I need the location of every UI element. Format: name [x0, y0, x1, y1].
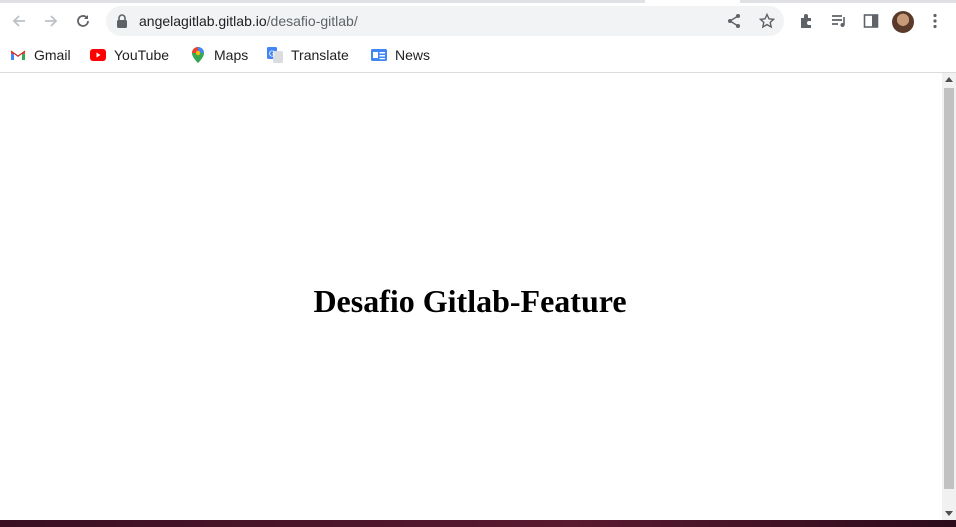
url-path: /desafio-gitlab/	[266, 13, 358, 29]
gmail-icon	[10, 47, 26, 63]
bookmarks-bar: Gmail YouTube Maps G Translate News	[0, 39, 956, 73]
extensions-button[interactable]	[796, 10, 818, 32]
side-panel-button[interactable]	[860, 10, 882, 32]
bookmark-star-button[interactable]	[757, 11, 777, 31]
url-host: angelagitlab.gitlab.io	[139, 13, 267, 29]
profile-avatar[interactable]	[892, 11, 914, 33]
menu-button[interactable]	[924, 10, 946, 32]
reload-icon	[77, 15, 89, 27]
share-icon	[728, 14, 740, 28]
bookmark-youtube[interactable]: YouTube	[90, 45, 169, 65]
bookmark-label: Translate	[291, 47, 349, 63]
puzzle-icon	[801, 14, 811, 28]
address-bar[interactable]: angelagitlab.gitlab.io/desafio-gitlab/	[106, 6, 784, 36]
back-button[interactable]	[7, 9, 31, 33]
bookmark-label: YouTube	[114, 47, 170, 63]
playlist-icon	[832, 15, 845, 27]
translate-icon: G	[267, 47, 283, 63]
arrow-right-icon	[45, 15, 58, 27]
page-title: Desafio Gitlab-Feature	[313, 283, 627, 319]
scrollbar-thumb[interactable]	[944, 88, 954, 489]
kebab-menu-icon	[933, 13, 937, 29]
arrow-left-icon	[12, 15, 25, 27]
scroll-down-arrow-icon[interactable]	[945, 511, 953, 516]
maps-icon	[190, 47, 206, 63]
forward-button[interactable]	[39, 9, 63, 33]
desktop-background	[0, 520, 956, 527]
bookmark-label: Maps	[214, 47, 249, 63]
bookmark-label: News	[395, 47, 431, 63]
media-control-button[interactable]	[828, 10, 850, 32]
bookmark-gmail[interactable]: Gmail	[10, 45, 71, 65]
news-icon	[371, 47, 387, 63]
lock-icon	[117, 14, 127, 28]
bookmark-maps[interactable]: Maps	[190, 45, 248, 65]
side-panel-icon	[863, 14, 879, 28]
svg-text:G: G	[269, 50, 275, 59]
bookmark-news[interactable]: News	[371, 45, 430, 65]
vertical-scrollbar[interactable]	[942, 73, 956, 520]
page-content: Desafio Gitlab-Feature	[0, 73, 942, 520]
reload-button[interactable]	[71, 9, 95, 33]
bookmark-label: Gmail	[34, 47, 71, 63]
share-button[interactable]	[724, 11, 744, 31]
browser-toolbar: angelagitlab.gitlab.io/desafio-gitlab/	[0, 3, 956, 39]
scroll-up-arrow-icon[interactable]	[945, 77, 953, 82]
bookmark-translate[interactable]: G Translate	[267, 45, 349, 65]
youtube-icon	[90, 47, 106, 63]
url-text[interactable]: angelagitlab.gitlab.io/desafio-gitlab/	[139, 6, 358, 36]
star-icon	[759, 13, 775, 29]
